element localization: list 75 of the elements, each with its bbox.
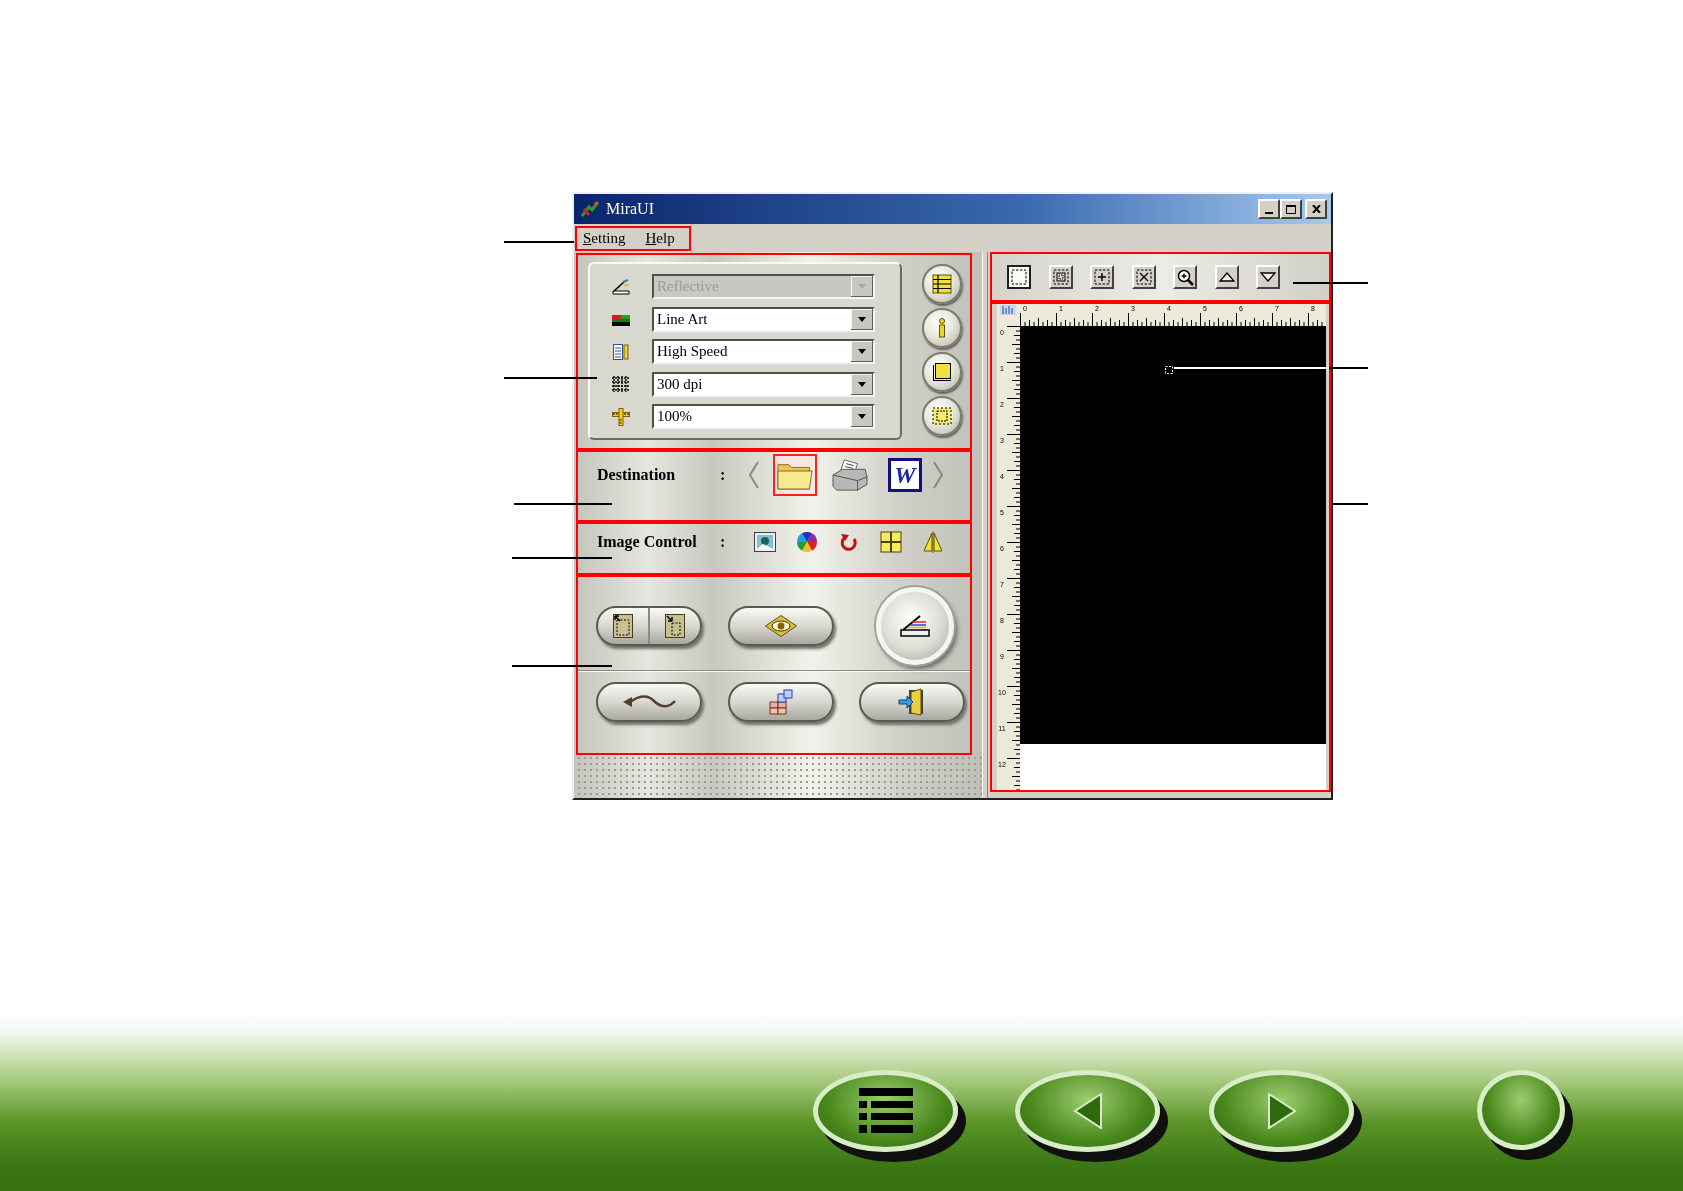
dashed-plus-icon — [1094, 269, 1110, 285]
color-wheel-icon[interactable] — [796, 531, 818, 553]
info-button[interactable] — [922, 308, 962, 348]
scanner-icon — [900, 613, 930, 638]
dropdown[interactable]: Line Art — [652, 306, 875, 332]
label-colon: : — [720, 465, 726, 485]
list-button[interactable] — [922, 264, 962, 304]
exit-door-button[interactable] — [859, 682, 965, 722]
menu-item[interactable]: Help — [645, 231, 675, 246]
dashed-frame-icon — [932, 407, 952, 425]
multi-selection-tool-button[interactable] — [1048, 265, 1073, 289]
maximize-icon — [1286, 204, 1296, 214]
dashed-frame-button[interactable] — [922, 396, 962, 436]
remove-frame-tool-button[interactable] — [1131, 265, 1156, 289]
close-icon — [1311, 205, 1321, 213]
chevron-left-icon[interactable] — [748, 461, 760, 489]
selection-tool-button[interactable] — [1007, 265, 1031, 289]
scan-button[interactable] — [876, 586, 954, 665]
document-icon — [613, 343, 629, 360]
list-icon — [932, 274, 952, 294]
dashed-frame-icon[interactable] — [613, 613, 633, 638]
eye-icon — [765, 614, 797, 637]
stacked-squares-button[interactable] — [728, 682, 834, 722]
menu-item[interactable]: Setting — [583, 231, 626, 246]
printer-icon — [831, 458, 869, 492]
minimize-icon — [1265, 212, 1273, 214]
grid-icon — [612, 376, 630, 392]
list-icon — [858, 1088, 913, 1134]
window-title: MiraUI — [606, 201, 654, 217]
app-logo-icon — [580, 200, 600, 218]
ruler-icon — [612, 407, 630, 426]
zoom-in-icon — [1176, 268, 1194, 286]
photo-icon[interactable] — [754, 532, 776, 552]
maximize-button[interactable] — [1280, 199, 1302, 219]
dropdown[interactable]: High Speed — [652, 339, 875, 364]
wavy-arrow-icon — [622, 693, 676, 711]
window-grid-icon[interactable] — [880, 531, 902, 553]
callout-line — [504, 241, 574, 243]
dashed-x-icon — [1135, 269, 1152, 285]
frame-button[interactable] — [922, 352, 962, 392]
nested-squares-icon — [1052, 269, 1069, 285]
add-frame-tool-button[interactable] — [1090, 265, 1114, 289]
frame-icon — [932, 362, 952, 382]
close-button[interactable] — [1305, 199, 1327, 219]
dropdown-arrow-icon — [851, 276, 873, 297]
zoom-tool-button[interactable] — [1173, 265, 1197, 289]
selection-marker-icon — [1165, 366, 1173, 374]
dropdown[interactable]: 100% — [652, 404, 875, 429]
triangle-down-icon — [1260, 272, 1276, 282]
scroll-up-button[interactable] — [1214, 265, 1239, 289]
callout-line — [1331, 503, 1368, 505]
minimize-button[interactable] — [1258, 199, 1280, 219]
dropdown-arrow-icon — [851, 406, 873, 427]
eye-button[interactable] — [728, 605, 834, 646]
rotate-icon[interactable] — [840, 532, 858, 552]
label-colon: : — [720, 532, 726, 552]
dashed-square-icon — [1011, 269, 1027, 285]
scroll-down-button[interactable] — [1256, 265, 1280, 289]
triangle-up-icon — [1218, 272, 1235, 282]
scanner-icon — [612, 278, 630, 295]
wavy-arrow-button[interactable] — [596, 682, 702, 722]
mirror-icon[interactable] — [922, 531, 944, 553]
folder-button[interactable] — [773, 454, 817, 496]
section-label: Image Control — [597, 532, 698, 553]
dropdown-arrow-icon — [851, 373, 873, 395]
dropdown-arrow-icon — [851, 341, 873, 362]
color-bars-icon — [612, 312, 630, 326]
dropdown-arrow-icon — [851, 308, 873, 330]
info-icon — [938, 318, 946, 338]
frame-corner-icon[interactable] — [665, 613, 685, 638]
stacked-squares-icon — [769, 689, 793, 715]
triangle-right-icon — [1266, 1093, 1297, 1129]
section-label: Destination — [597, 465, 677, 485]
triangle-left-icon — [1072, 1093, 1103, 1129]
dropdown[interactable]: 300 dpi — [652, 371, 875, 397]
